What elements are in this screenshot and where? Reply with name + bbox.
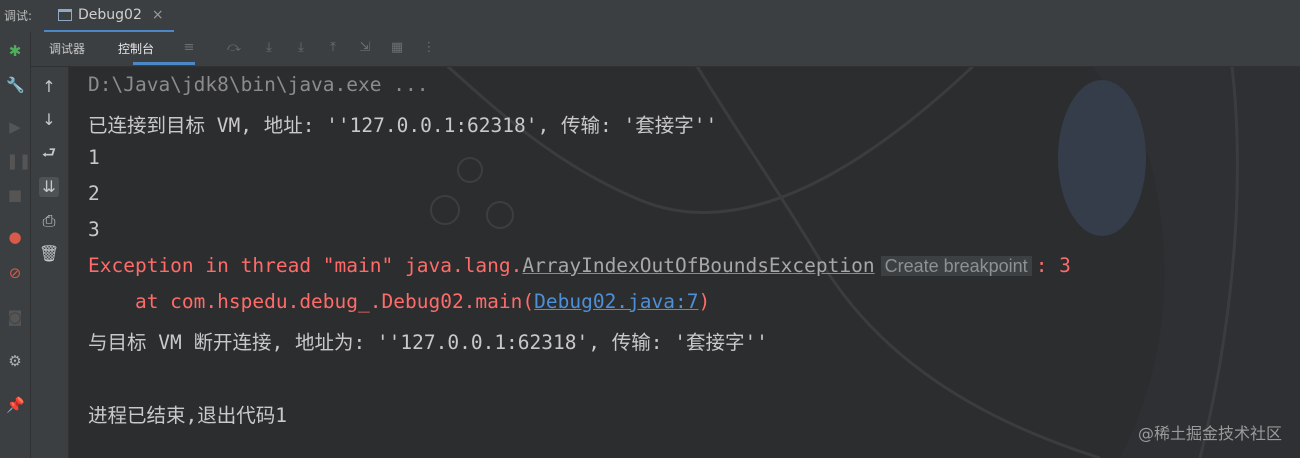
debug-tool-window-header: 调试: Debug02 × [0,0,1300,33]
stack-prefix: at com.hspedu.debug_.Debug02.main( [88,290,535,313]
debug-subtoolbar: 调试器 控制台 ≡ ⤼ ⤓ ⤓ ⤒ ⇲ ▦ ⋮ [31,32,1300,67]
step-into-icon[interactable]: ⤓ [261,40,277,56]
tab-console[interactable]: 控制台 [118,40,154,57]
stop-icon[interactable]: ■ [6,186,24,204]
settings-icon[interactable]: ⚙ [6,352,24,370]
down-arrow-icon[interactable]: ↓ [39,110,59,130]
output-line-1: 1 [88,146,100,169]
create-breakpoint-hint[interactable]: Create breakpoint [880,256,1032,276]
evaluate-icon[interactable]: ▦ [389,40,405,56]
rerun-debug-icon[interactable]: ✱ [6,42,24,60]
modify-config-icon[interactable]: 🔧 [6,76,25,94]
debug-label: 调试: [4,9,33,23]
exception-prefix: Exception in thread "main" java.lang. [88,254,523,277]
exception-class-link[interactable]: ArrayIndexOutOfBoundsException [522,254,874,277]
output-line-3: 3 [88,218,100,241]
output-line-2: 2 [88,182,100,205]
step-over-icon[interactable]: ⤼ [226,40,242,56]
process-finished-line: 进程已结束,退出代码1 [88,404,287,427]
vm-connected-line: 已连接到目标 VM, 地址: ''127.0.0.1:62318', 传输: '… [88,114,718,137]
up-arrow-icon[interactable]: ↑ [39,77,59,97]
stack-suffix: ) [698,290,711,313]
soft-wrap-icon[interactable]: ⮐ [39,143,59,163]
camera-icon[interactable]: ◙ [6,308,24,326]
debug-actions-bar: ✱ 🔧 ▶ ❚❚ ■ ● ⊘ ◙ ⚙ 📌 [0,32,31,458]
force-step-into-icon[interactable]: ⤓ [293,40,309,56]
print-icon[interactable]: ⎙ [39,211,59,231]
console-actions-bar: ↑ ↓ ⮐ ⇊ ⎙ 🗑 [31,67,69,458]
watermark: @稀土掘金技术社区 [1137,424,1282,443]
command-line: D:\Java\jdk8\bin\java.exe ... [88,73,429,96]
source-location-link[interactable]: Debug02.java:7 [534,290,698,313]
more-icon[interactable]: ⋮ [421,40,437,56]
scroll-to-end-icon[interactable]: ⇊ [39,177,59,197]
vm-disconnected-line: 与目标 VM 断开连接, 地址为: ''127.0.0.1:62318', 传输… [88,331,768,354]
view-breakpoints-icon[interactable]: ● [6,228,24,246]
run-tab-title: Debug02 [78,7,142,23]
layout-icon[interactable]: ≡ [181,40,197,56]
mute-breakpoints-icon[interactable]: ⊘ [6,264,24,282]
run-to-cursor-icon[interactable]: ⇲ [357,40,373,56]
run-config-icon [58,9,72,21]
stack-trace-line: at com.hspedu.debug_.Debug02.main(Debug0… [88,290,710,313]
exception-line: Exception in thread "main" java.lang.Arr… [88,254,1071,277]
trash-icon[interactable]: 🗑 [39,244,59,264]
close-tab-icon[interactable]: × [152,7,164,23]
active-tab-indicator [133,62,195,65]
step-out-icon[interactable]: ⤒ [325,40,341,56]
exception-suffix: : 3 [1035,254,1071,277]
console-output[interactable]: D:\Java\jdk8\bin\java.exe ... 已连接到目标 VM,… [69,67,1300,458]
run-config-tab[interactable]: Debug02 × [44,0,174,33]
resume-icon[interactable]: ▶ [6,118,24,136]
pause-icon[interactable]: ❚❚ [6,152,31,170]
tab-debugger[interactable]: 调试器 [49,40,85,57]
pin-icon[interactable]: 📌 [6,396,25,414]
